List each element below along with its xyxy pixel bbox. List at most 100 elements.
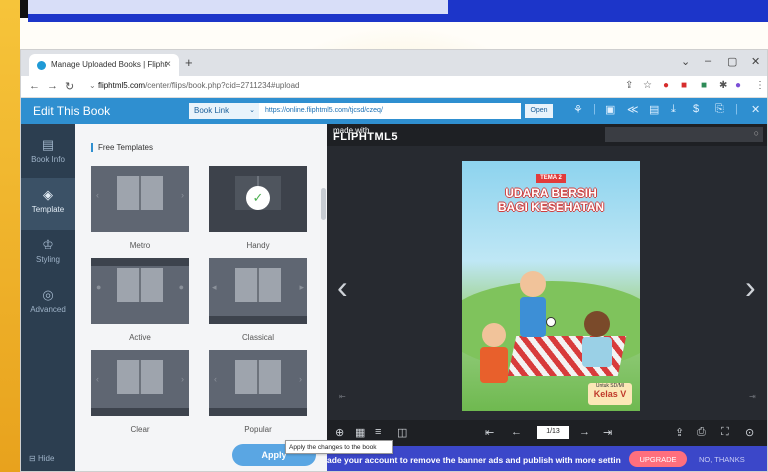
chevron-left-icon: ‹ bbox=[96, 190, 99, 200]
tab-close-icon[interactable]: × bbox=[165, 59, 171, 70]
template-book-preview bbox=[235, 268, 281, 302]
previous-page-icon[interactable]: ← bbox=[511, 426, 522, 438]
viewer-top-bar: made with FLIPHTML5 ○ bbox=[327, 124, 767, 146]
thumbnails-icon[interactable]: ▦ bbox=[355, 426, 365, 439]
chevron-right-icon: › bbox=[299, 374, 302, 384]
chevron-left-icon: ● bbox=[96, 282, 102, 292]
selected-check-icon: ✓ bbox=[246, 186, 270, 210]
share-nodes-icon[interactable]: ≪ bbox=[627, 103, 639, 116]
page-number-input[interactable]: 1/13 bbox=[537, 426, 569, 439]
book-link-select-value: Book Link bbox=[194, 106, 230, 115]
template-book-preview bbox=[117, 268, 163, 302]
sidebar-item-label: Book Info bbox=[31, 155, 65, 164]
template-handy[interactable]: ✓ bbox=[209, 166, 307, 232]
tab-search-dropdown-icon[interactable]: ⌄ bbox=[681, 55, 690, 68]
forward-arrow-icon[interactable]: → bbox=[47, 80, 58, 92]
next-page-arrow-icon[interactable]: › bbox=[745, 269, 756, 306]
book-url-field[interactable]: https://online.fliphtml5.com/tjcsd/czeq/ bbox=[259, 103, 521, 119]
open-button[interactable]: Open bbox=[525, 104, 553, 118]
address-bar-row: ← → ↻ ⌄ fliphtml5.com/center/flips/book.… bbox=[21, 76, 767, 98]
logo-text: FLIPHTML5 bbox=[333, 131, 398, 143]
template-icon: ◈ bbox=[43, 187, 53, 202]
no-thanks-button[interactable]: NO, THANKS bbox=[699, 455, 745, 464]
download-icon[interactable]: ⤓ bbox=[671, 103, 676, 116]
cover-title-line1: UDARA BERSIH bbox=[505, 186, 597, 200]
sidebar-item-template[interactable]: ◈ Template bbox=[21, 178, 75, 230]
panel-scrollbar[interactable] bbox=[321, 188, 326, 220]
bookmark-star-icon[interactable]: ☆ bbox=[643, 80, 652, 91]
address-bar[interactable]: ⌄ fliphtml5.com/center/flips/book.php?ci… bbox=[89, 81, 299, 90]
first-page-corner-icon[interactable]: ⇤ bbox=[339, 392, 346, 401]
template-book-preview bbox=[117, 360, 163, 394]
extensions-puzzle-icon[interactable]: ✱ bbox=[719, 80, 727, 91]
new-tab-button[interactable]: + bbox=[185, 55, 193, 70]
sidebar-item-advanced[interactable]: ◎ Advanced bbox=[21, 278, 75, 330]
back-arrow-icon[interactable]: ← bbox=[29, 80, 40, 92]
template-top-strip bbox=[91, 258, 189, 266]
bookmark-icon[interactable]: ◫ bbox=[397, 426, 407, 439]
apply-tooltip: Apply the changes to the book bbox=[285, 440, 393, 454]
share-icon[interactable]: ⇪ bbox=[675, 426, 684, 439]
sidebar-item-book-info[interactable]: ▤ Book Info bbox=[21, 128, 75, 180]
zoom-in-icon[interactable]: ⊕ bbox=[335, 426, 344, 439]
book-info-icon: ▤ bbox=[41, 137, 55, 152]
sidebar-item-styling[interactable]: ♔ Styling bbox=[21, 228, 75, 280]
next-page-icon[interactable]: → bbox=[579, 426, 590, 438]
maximize-button[interactable]: ▢ bbox=[727, 55, 737, 68]
save-icon[interactable]: ⎘ bbox=[715, 103, 724, 116]
sidebar-item-label: Styling bbox=[35, 255, 60, 264]
hide-icon: ⊟ bbox=[29, 454, 36, 463]
minimize-button[interactable]: – bbox=[705, 55, 711, 67]
print-icon[interactable]: ⎙ bbox=[697, 426, 706, 439]
reload-icon[interactable]: ↻ bbox=[65, 80, 74, 93]
editor-title: Edit This Book bbox=[33, 104, 111, 118]
profile-avatar-icon[interactable]: ● bbox=[735, 80, 741, 91]
extension-green-icon[interactable]: ■ bbox=[701, 80, 707, 91]
cover-grade-badge: Untuk SD/MI Kelas V bbox=[588, 383, 632, 405]
extension-badge-icon[interactable]: ■ bbox=[681, 80, 687, 91]
price-icon[interactable]: $ bbox=[693, 103, 699, 115]
template-classical[interactable]: ◂ ▸ bbox=[209, 258, 307, 324]
upgrade-button[interactable]: UPGRADE bbox=[629, 451, 687, 467]
table-of-contents-icon[interactable]: ≡ bbox=[375, 426, 381, 438]
slide-top-bar-highlight bbox=[28, 0, 448, 14]
cover-theme-tag: TEMA 2 bbox=[536, 174, 566, 183]
chevron-right-icon: › bbox=[181, 374, 184, 384]
previous-page-arrow-icon[interactable]: ‹ bbox=[337, 269, 348, 306]
banner-text: ade your account to remove the banner ad… bbox=[327, 455, 621, 465]
template-book-preview bbox=[235, 360, 281, 394]
last-page-icon[interactable]: ⇥ bbox=[603, 426, 612, 439]
magic-wand-icon[interactable]: ⚘ bbox=[573, 103, 583, 116]
share-icon[interactable]: ⇪ bbox=[625, 80, 633, 91]
url-path: /center/flips/book.php?cid=2711234#uploa… bbox=[145, 81, 300, 90]
template-popular[interactable]: ‹ › bbox=[209, 350, 307, 416]
viewer-search-input[interactable]: ○ bbox=[605, 127, 763, 142]
template-label: Classical bbox=[241, 333, 274, 342]
template-metro[interactable]: ‹ › bbox=[91, 166, 189, 232]
url-chevron-icon: ⌄ bbox=[89, 81, 98, 90]
last-page-corner-icon[interactable]: ⇥ bbox=[749, 392, 756, 401]
first-page-icon[interactable]: ⇤ bbox=[485, 426, 494, 439]
book-cover[interactable]: TEMA 2 UDARA BERSIH BAGI KESEHATAN Untuk … bbox=[462, 161, 640, 411]
html5-icon[interactable]: ▤ bbox=[649, 103, 659, 116]
slide-gold-border bbox=[0, 0, 20, 472]
url-host: fliphtml5.com bbox=[97, 81, 146, 90]
browser-menu-icon[interactable]: ⋮ bbox=[755, 80, 765, 91]
fliphtml5-logo: made with FLIPHTML5 bbox=[333, 127, 398, 143]
cover-boy-left bbox=[482, 323, 506, 347]
styling-icon: ♔ bbox=[42, 237, 54, 252]
fullscreen-icon[interactable]: ⛶ bbox=[721, 426, 729, 439]
hide-sidebar-button[interactable]: ⊟ Hide bbox=[29, 454, 54, 463]
preview-icon[interactable]: ▣ bbox=[605, 103, 615, 116]
window-close-button[interactable]: ✕ bbox=[751, 55, 760, 68]
sidebar-item-label: Advanced bbox=[30, 305, 66, 314]
template-panel: Free Templates ‹ › Metro ✓ Handy ● ● Activ… bbox=[75, 124, 327, 471]
template-clear[interactable]: ‹ › bbox=[91, 350, 189, 416]
more-options-icon[interactable]: ⊙ bbox=[745, 426, 754, 439]
browser-tab[interactable]: Manage Uploaded Books | Flipht × bbox=[29, 54, 179, 76]
opera-extension-icon[interactable]: ● bbox=[663, 80, 669, 91]
editor-close-icon[interactable]: ✕ bbox=[751, 103, 760, 116]
template-active[interactable]: ● ● bbox=[91, 258, 189, 324]
viewer-bottom-toolbar: ⊕ ▦ ≡ ◫ ⇤ ← 1/13 → ⇥ ⇪ ⎙ ⛶ ⊙ bbox=[327, 420, 767, 446]
book-link-select[interactable]: Book Link ⌄ bbox=[189, 103, 259, 119]
